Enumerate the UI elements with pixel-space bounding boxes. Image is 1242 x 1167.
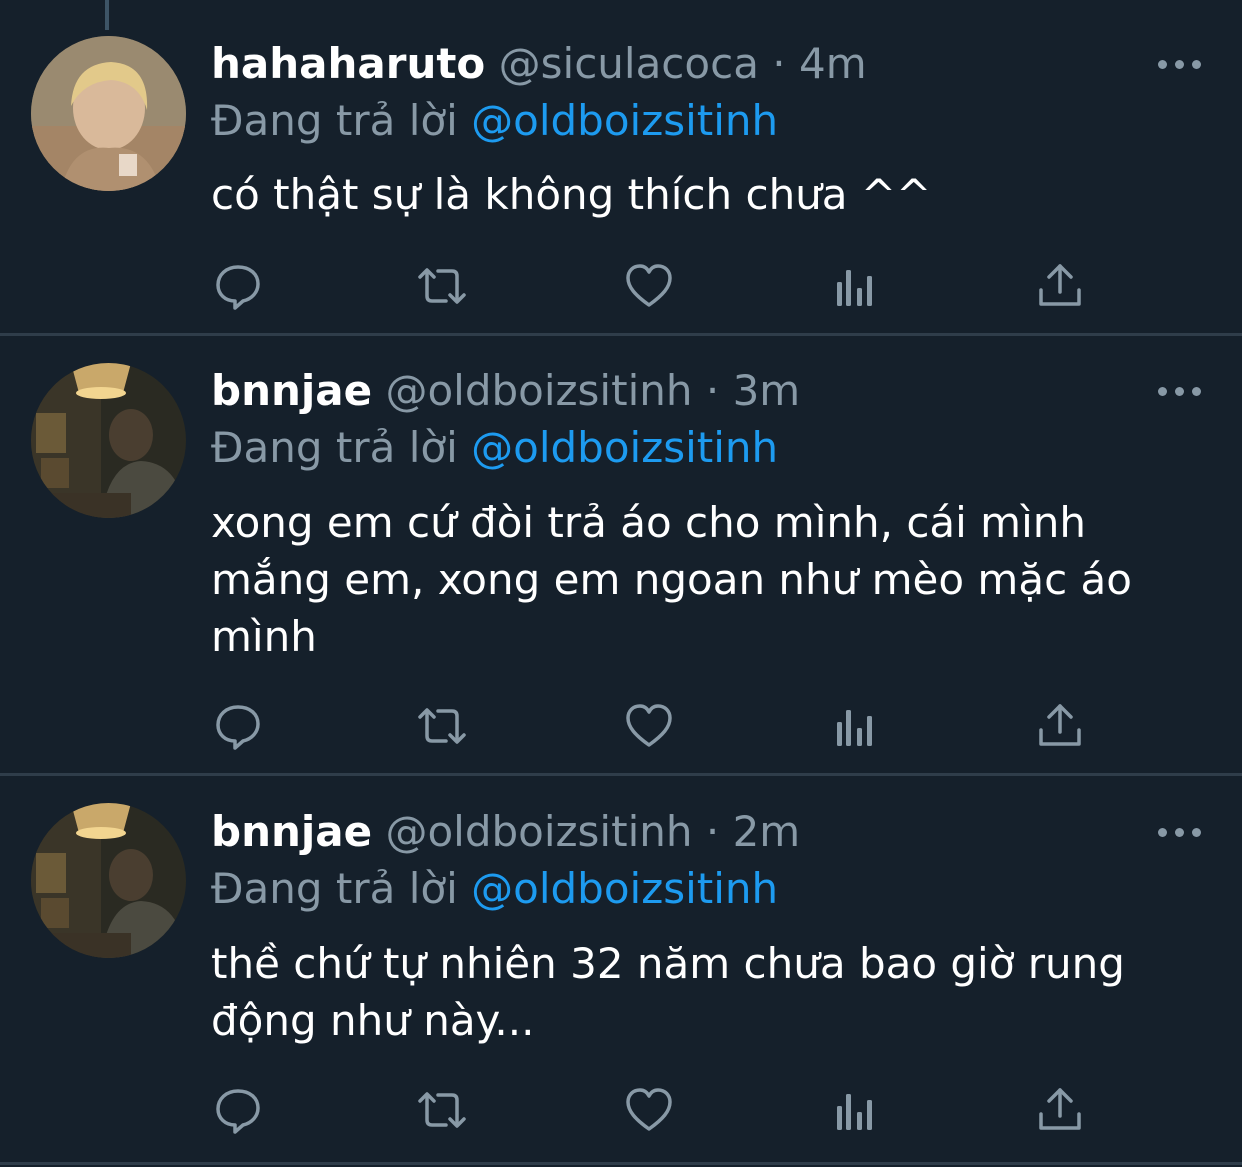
replying-to-label: Đang trả lời (211, 96, 458, 145)
separator-dot: · (705, 366, 720, 415)
replying-to: Đang trả lời @oldboizsitinh (211, 422, 778, 474)
reply-icon[interactable] (212, 1084, 264, 1136)
analytics-icon[interactable] (829, 260, 881, 312)
analytics-icon[interactable] (829, 1084, 881, 1136)
replying-to: Đang trả lời @oldboizsitinh (211, 95, 778, 147)
replying-to-label: Đang trả lời (211, 423, 458, 472)
timestamp[interactable]: 2m (733, 807, 801, 856)
tweet-divider (0, 1162, 1242, 1165)
timestamp[interactable]: 3m (733, 366, 801, 415)
share-icon[interactable] (1034, 1084, 1086, 1136)
tweet-text: thề chứ tự nhiên 32 năm chưa bao giờ run… (211, 939, 1125, 1045)
user-handle[interactable]: @siculacoca (499, 39, 759, 88)
tweet-header: bnnjae @oldboizsitinh · 3m (211, 365, 800, 417)
display-name[interactable]: bnnjae (211, 366, 372, 415)
replying-to-label: Đang trả lời (211, 864, 458, 913)
replying-to-mention[interactable]: @oldboizsitinh (471, 864, 778, 913)
more-options-icon[interactable] (1158, 825, 1202, 839)
tweet-1[interactable]: hahaharuto @siculacoca · 4m Đang trả lời… (0, 0, 1242, 336)
retweet-icon[interactable] (416, 700, 468, 752)
display-name[interactable]: hahaharuto (211, 39, 485, 88)
replying-to: Đang trả lời @oldboizsitinh (211, 863, 778, 915)
reply-icon[interactable] (212, 260, 264, 312)
tweet-text: xong em cứ đòi trả áo cho mình, cái mình… (211, 498, 1132, 661)
tweet-text: có thật sự là không thích chưa ^^ (211, 170, 932, 219)
avatar[interactable] (31, 803, 186, 958)
avatar[interactable] (31, 36, 186, 191)
user-handle[interactable]: @oldboizsitinh (385, 366, 692, 415)
tweet-3[interactable]: bnnjae @oldboizsitinh · 2m Đang trả lời … (0, 776, 1242, 1167)
like-icon[interactable] (623, 700, 675, 752)
more-options-icon[interactable] (1158, 384, 1202, 398)
tweet-actions (0, 700, 1242, 760)
retweet-icon[interactable] (416, 260, 468, 312)
tweet-actions (0, 1084, 1242, 1144)
replying-to-mention[interactable]: @oldboizsitinh (471, 423, 778, 472)
retweet-icon[interactable] (416, 1084, 468, 1136)
tweet-actions (0, 260, 1242, 320)
tweet-2[interactable]: bnnjae @oldboizsitinh · 3m Đang trả lời … (0, 336, 1242, 776)
user-handle[interactable]: @oldboizsitinh (385, 807, 692, 856)
share-icon[interactable] (1034, 260, 1086, 312)
tweet-header: hahaharuto @siculacoca · 4m (211, 38, 867, 90)
like-icon[interactable] (623, 260, 675, 312)
analytics-icon[interactable] (829, 700, 881, 752)
display-name[interactable]: bnnjae (211, 807, 372, 856)
replying-to-mention[interactable]: @oldboizsitinh (471, 96, 778, 145)
share-icon[interactable] (1034, 700, 1086, 752)
separator-dot: · (705, 807, 720, 856)
like-icon[interactable] (623, 1084, 675, 1136)
more-options-icon[interactable] (1158, 57, 1202, 71)
timestamp[interactable]: 4m (799, 39, 867, 88)
separator-dot: · (772, 39, 786, 88)
reply-icon[interactable] (212, 700, 264, 752)
avatar[interactable] (31, 363, 186, 518)
tweet-header: bnnjae @oldboizsitinh · 2m (211, 806, 800, 858)
